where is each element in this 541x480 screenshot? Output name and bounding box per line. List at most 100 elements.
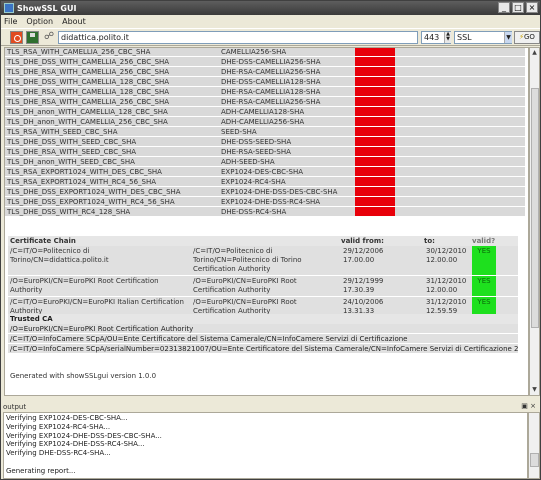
cipher-tls-name: TLS_RSA_WITH_CAMELLIA_256_CBC_SHA xyxy=(5,48,219,57)
chain-row: /O=EuroPKI/CN=EuroPKI Root Certification… xyxy=(8,276,518,297)
close-button[interactable]: × xyxy=(526,2,538,13)
menu-option[interactable]: Option xyxy=(26,17,53,26)
cipher-status-cell xyxy=(355,86,395,97)
cipher-status-cell xyxy=(355,206,395,217)
chain-valid: YES xyxy=(472,276,496,296)
cipher-row: TLS_DH_anon_WITH_SEED_CBC_SHA ADH-SEED-SH… xyxy=(5,156,525,167)
stop-button[interactable] xyxy=(10,31,23,44)
chain-subject: /C=IT/O=Politecnico di Torino/CN=didatti… xyxy=(10,247,109,264)
cipher-tls-name: TLS_DHE_RSA_WITH_CAMELLIA_256_CBC_SHA xyxy=(5,96,219,107)
chevron-down-icon[interactable]: ▼ xyxy=(504,32,512,43)
cipher-tls-name: TLS_DHE_DSS_WITH_RC4_128_SHA xyxy=(5,206,219,217)
valid-header: valid? xyxy=(472,237,496,245)
trusted-ca: Trusted CA /O=EuroPKI/CN=EuroPKI Root Ce… xyxy=(8,314,519,354)
cipher-extra-cell xyxy=(395,196,525,207)
cipher-row: TLS_DHE_DSS_WITH_SEED_CBC_SHA DHE-DSS-SEE… xyxy=(5,136,525,147)
port-spinner[interactable]: ▲ ▼ xyxy=(444,32,451,43)
host-input[interactable]: didattica.polito.it xyxy=(58,31,418,44)
cipher-tls-name: TLS_DH_anon_WITH_CAMELLIA_128_CBC_SHA xyxy=(5,106,219,117)
trusted-ca-row: /O=EuroPKI/CN=EuroPKI Root Certification… xyxy=(8,324,518,334)
cipher-openssl-name: DHE-DSS-CAMELLIA256-SHA xyxy=(219,56,355,67)
go-button[interactable]: ⚡GO xyxy=(514,31,540,44)
cipher-row: TLS_DHE_DSS_EXPORT1024_WITH_DES_CBC_SHA E… xyxy=(5,186,525,197)
output-scroll-thumb[interactable] xyxy=(530,453,539,467)
cipher-status-cell xyxy=(355,106,395,117)
menu-file[interactable]: File xyxy=(4,17,17,26)
valid-from-header: valid from: xyxy=(341,237,384,245)
cipher-row: TLS_DHE_RSA_WITH_CAMELLIA_128_CBC_SHA DHE… xyxy=(5,86,525,97)
scroll-down-icon[interactable]: ▼ xyxy=(530,385,539,395)
cipher-extra-cell xyxy=(395,136,525,147)
cipher-extra-cell xyxy=(395,186,525,197)
cipher-extra-cell xyxy=(395,66,525,77)
link-icon[interactable]: ☍ xyxy=(44,31,57,44)
chain-subject: /O=EuroPKI/CN=EuroPKI Root Certification… xyxy=(10,277,159,294)
window-title: ShowSSL GUI xyxy=(17,3,77,13)
cipher-tls-name: TLS_DHE_DSS_EXPORT1024_WITH_DES_CBC_SHA xyxy=(5,186,219,197)
cipher-openssl-name: DHE-RSA-CAMELLIA128-SHA xyxy=(219,86,355,97)
cipher-row: TLS_DHE_DSS_EXPORT1024_WITH_RC4_56_SHA EX… xyxy=(5,196,525,207)
cipher-extra-cell xyxy=(395,126,525,137)
output-line: Verifying DHE-DSS-RC4-SHA... xyxy=(6,449,111,458)
cipher-tls-name: TLS_DHE_DSS_EXPORT1024_WITH_RC4_56_SHA xyxy=(5,196,219,207)
output-line: Verifying EXP1024-DHE-DSS-RC4-SHA... xyxy=(6,440,145,449)
cipher-tls-name: TLS_DHE_DSS_WITH_SEED_CBC_SHA xyxy=(5,136,219,147)
output-scrollbar[interactable] xyxy=(528,412,540,479)
chain-valid: YES xyxy=(472,246,496,275)
menu-about[interactable]: About xyxy=(62,17,86,26)
cipher-status-cell xyxy=(355,136,395,147)
chain-issuer: /C=IT/O=Politecnico di Torino/CN=Politec… xyxy=(193,247,302,273)
cipher-extra-cell xyxy=(395,76,525,87)
chain-valid-to: 31/12/2010 12.00.00 xyxy=(426,277,467,294)
chain-title: Certificate Chain xyxy=(10,237,76,245)
cipher-openssl-name: EXP1024-DHE-DSS-DES-CBC-SHA xyxy=(219,186,355,197)
cipher-openssl-name: SEED-SHA xyxy=(219,126,355,137)
maximize-button[interactable]: □ xyxy=(512,2,524,13)
minimize-button[interactable]: _ xyxy=(498,2,510,13)
cipher-openssl-name: DHE-RSA-CAMELLIA256-SHA xyxy=(219,66,355,77)
trusted-title: Trusted CA xyxy=(10,315,53,323)
cipher-row: TLS_DHE_RSA_WITH_SEED_CBC_SHA DHE-RSA-SEE… xyxy=(5,146,525,157)
cipher-openssl-name: EXP1024-DES-CBC-SHA xyxy=(219,166,355,177)
toolbar: ☍ didattica.polito.it 443 ▲ ▼ SSL ▼ ⚡GO xyxy=(1,28,540,46)
title-bar: ShowSSL GUI _ □ × xyxy=(1,1,540,15)
cipher-openssl-name: DHE-DSS-SEED-SHA xyxy=(219,136,355,147)
cipher-extra-cell xyxy=(395,56,525,67)
cipher-extra-cell xyxy=(395,176,525,187)
cipher-status-cell xyxy=(355,76,395,87)
cipher-tls-name: TLS_DHE_DSS_WITH_CAMELLIA_128_CBC_SHA xyxy=(5,76,219,87)
cipher-row: TLS_DH_anon_WITH_CAMELLIA_256_CBC_SHA ADH… xyxy=(5,116,525,127)
cipher-row: TLS_DHE_RSA_WITH_CAMELLIA_256_CBC_SHA DHE… xyxy=(5,96,525,107)
output-line: Verifying EXP1024-RC4-SHA... xyxy=(6,422,111,431)
cipher-tls-name: TLS_RSA_EXPORT1024_WITH_RC4_56_SHA xyxy=(5,176,219,187)
cipher-openssl-name: DHE-RSA-SEED-SHA xyxy=(219,146,355,157)
certificate-chain: Certificate Chain valid from: to: valid?… xyxy=(8,236,518,318)
output-line: Verifying EXP1024-DES-CBC-SHA... xyxy=(6,414,128,422)
trusted-ca-row: /C=IT/O=InfoCamere SCpA/OU=Ente Certific… xyxy=(8,334,518,344)
cipher-openssl-name: DHE-DSS-RC4-SHA xyxy=(219,206,355,217)
cipher-extra-cell xyxy=(395,146,525,157)
cipher-tls-name: TLS_DHE_RSA_WITH_SEED_CBC_SHA xyxy=(5,146,219,157)
cipher-openssl-name: ADH-CAMELLIA256-SHA xyxy=(219,116,355,127)
chain-valid-to: 30/12/2010 12.00.00 xyxy=(426,247,467,264)
scroll-up-icon[interactable]: ▲ xyxy=(530,48,539,58)
cipher-row: TLS_DHE_DSS_WITH_CAMELLIA_256_CBC_SHA DHE… xyxy=(5,56,525,67)
cipher-table: TLS_RSA_WITH_CAMELLIA_256_CBC_SHA CAMELLI… xyxy=(5,48,525,217)
cipher-extra-cell xyxy=(395,116,525,127)
scroll-thumb[interactable] xyxy=(531,88,539,328)
cipher-extra-cell xyxy=(395,166,525,177)
cipher-extra-cell xyxy=(395,96,525,107)
trusted-ca-row: /C=IT/O=InfoCamere SCpA/serialNumber=023… xyxy=(8,344,519,354)
cipher-status-cell xyxy=(355,176,395,187)
output-panel-controls[interactable]: ▣ × xyxy=(521,402,536,410)
go-label: GO xyxy=(523,33,535,41)
save-button[interactable] xyxy=(26,31,39,44)
cipher-row: TLS_RSA_WITH_CAMELLIA_256_CBC_SHA CAMELLI… xyxy=(5,48,525,57)
cipher-status-cell xyxy=(355,196,395,207)
cipher-extra-cell xyxy=(395,106,525,117)
output-line: Verifying EXP1024-DHE-DSS-DES-CBC-SHA... xyxy=(6,431,162,440)
generated-note: Generated with showSSLgui version 1.0.0 xyxy=(10,372,157,380)
cipher-tls-name: TLS_DH_anon_WITH_SEED_CBC_SHA xyxy=(5,156,219,167)
report-scrollbar[interactable]: ▲ ▼ xyxy=(529,47,540,396)
cipher-extra-cell xyxy=(395,156,525,167)
